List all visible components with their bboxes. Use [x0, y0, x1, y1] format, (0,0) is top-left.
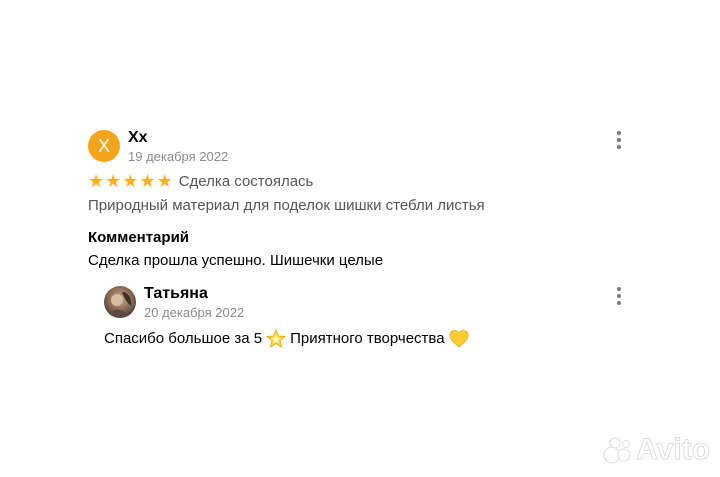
avito-logo-icon [603, 437, 631, 464]
more-vertical-icon [617, 131, 621, 135]
comment-text: Сделка прошла успешно. Шишечки целые [88, 252, 384, 269]
deal-status: Сделка состоялась [178, 172, 314, 190]
replier-name[interactable]: Татьяна [144, 284, 208, 304]
rating-row: ★ ★ ★ ★ ★ Сделка состоялась [88, 171, 313, 191]
star-icon: ★ [88, 171, 105, 191]
reply-text: Спасибо большое за 5 Приятного творчеств… [104, 328, 473, 350]
reply-menu-button[interactable] [611, 286, 627, 306]
item-title[interactable]: Природный материал для поделок шишки сте… [88, 196, 485, 216]
reply-date: 20 декабря 2022 [144, 305, 245, 320]
reviewer-name[interactable]: Хх [128, 128, 148, 148]
profile-photo-icon [104, 286, 136, 318]
replier-avatar[interactable] [104, 286, 136, 318]
review-date: 19 декабря 2022 [128, 149, 229, 164]
reply-text-part: Спасибо большое за 5 [104, 330, 263, 347]
comment-heading: Комментарий [88, 229, 190, 246]
more-vertical-icon [617, 287, 621, 291]
avito-watermark: Avito [602, 433, 710, 467]
yellow-heart-emoji-icon [449, 330, 468, 348]
star-rating: ★ ★ ★ ★ ★ [88, 172, 173, 190]
star-icon: ★ [139, 171, 156, 191]
avito-watermark-text: Avito [636, 433, 711, 467]
review-menu-button[interactable] [611, 130, 627, 150]
reply-text-part: Приятного творчества [290, 330, 445, 347]
star-icon: ★ [122, 171, 139, 191]
reviewer-avatar[interactable]: X [88, 130, 120, 162]
glowing-star-emoji-icon [266, 329, 287, 348]
star-icon: ★ [156, 171, 173, 191]
star-icon: ★ [105, 171, 122, 191]
